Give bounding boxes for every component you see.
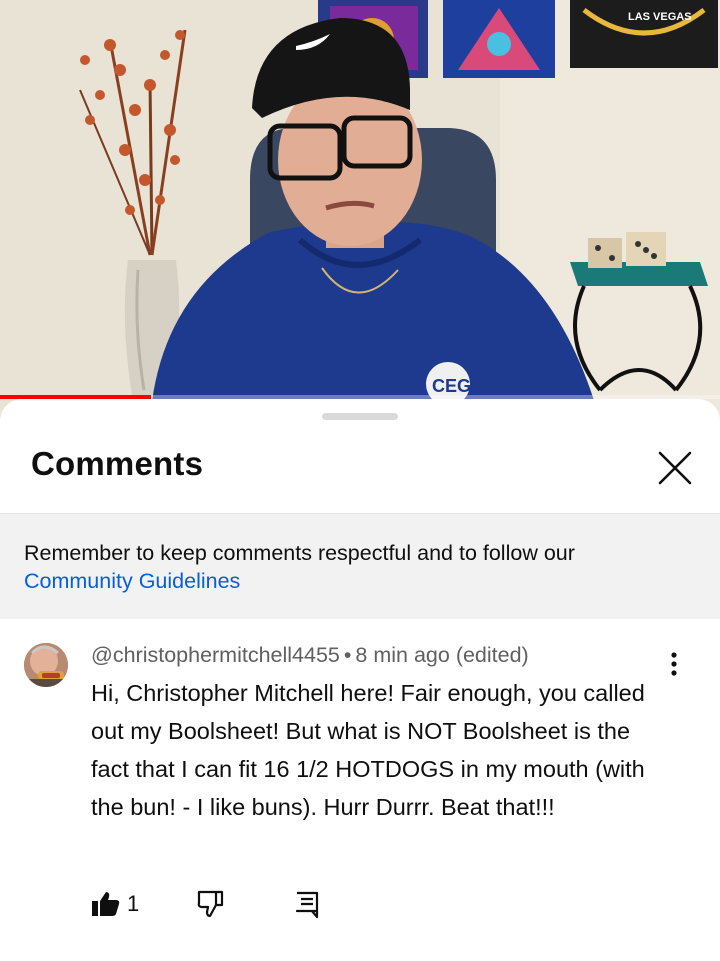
svg-text:CEG: CEG [432, 376, 471, 396]
close-button[interactable] [652, 445, 698, 491]
guidelines-message: Remember to keep comments respectful and… [24, 539, 684, 595]
close-icon [658, 451, 692, 485]
avatar[interactable] [24, 643, 68, 687]
like-count: 1 [127, 891, 140, 916]
reply-button[interactable] [292, 889, 322, 919]
video-player[interactable]: LAS VEGAS CEG [0, 0, 720, 420]
guidelines-banner: Remember to keep comments respectful and… [0, 514, 720, 619]
reply-icon [295, 891, 319, 919]
thumbs-up-icon [92, 892, 120, 916]
comment-text: Hi, Christopher Mitchell here! Fair enou… [91, 680, 645, 820]
video-frame: LAS VEGAS CEG [0, 0, 720, 420]
guidelines-text: Remember to keep comments respectful and… [24, 541, 575, 565]
comment-time: 8 min ago (edited) [355, 643, 529, 667]
thumbs-down-icon [197, 890, 224, 918]
like-button[interactable] [91, 889, 121, 919]
comments-title: Comments [31, 445, 204, 482]
comment-author[interactable]: @christophermitchell4455 [91, 643, 340, 667]
drag-handle[interactable] [322, 413, 398, 420]
dislike-button[interactable] [196, 889, 226, 919]
avatar-image [24, 643, 68, 687]
comments-sheet: Comments Remember to keep comments respe… [0, 399, 720, 961]
community-guidelines-link[interactable]: Community Guidelines [24, 567, 240, 595]
poster-text: LAS VEGAS [628, 11, 692, 23]
comment-actions: 1 [0, 887, 720, 927]
comment-meta: @christophermitchell4455 • 8 min ago (edit… [91, 643, 529, 668]
comment-item: @christophermitchell4455 • 8 min ago (edit… [0, 619, 720, 961]
meta-separator: • [343, 643, 352, 667]
